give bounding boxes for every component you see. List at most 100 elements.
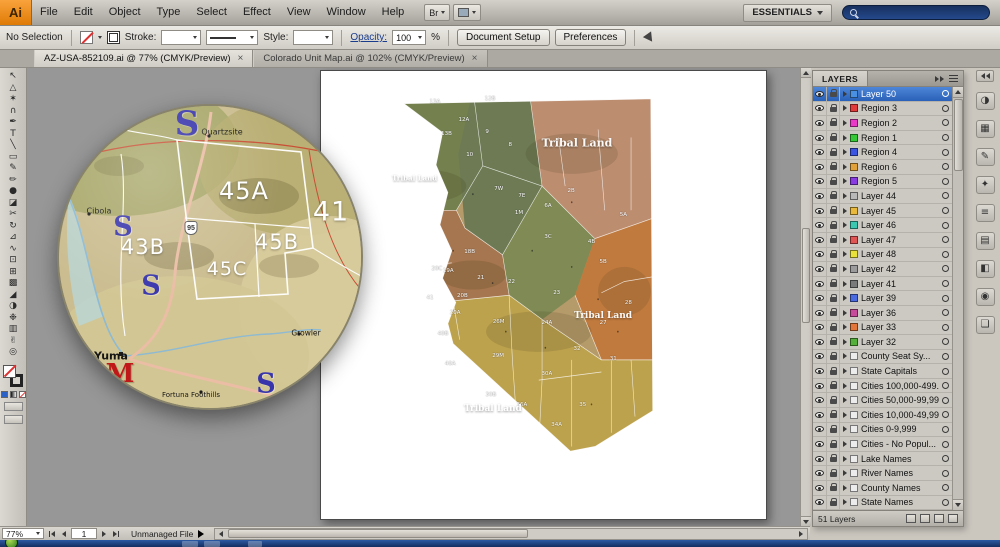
expand-triangle-icon[interactable] — [843, 280, 847, 287]
lock-toggle[interactable] — [827, 378, 840, 393]
visibility-toggle[interactable] — [813, 393, 827, 408]
layers-panel-tab[interactable]: LAYERS — [813, 71, 869, 86]
tab-close-icon[interactable]: × — [472, 53, 478, 64]
lock-toggle[interactable] — [827, 174, 840, 189]
expand-triangle-icon[interactable] — [843, 368, 847, 375]
target-circle-icon[interactable] — [939, 469, 952, 477]
scroll-left-icon[interactable] — [216, 529, 226, 539]
lasso-tool[interactable]: ∩ — [2, 106, 24, 118]
document-tab-1[interactable]: AZ-USA-852109.ai @ 77% (CMYK/Preview) × — [34, 50, 254, 67]
expand-triangle-icon[interactable] — [843, 382, 847, 389]
color-button[interactable] — [0, 390, 8, 398]
menu-item-help[interactable]: Help — [374, 0, 413, 25]
start-button-icon[interactable] — [5, 540, 18, 547]
scroll-down-icon[interactable] — [952, 499, 963, 510]
stroke-panel-icon[interactable]: ≡ — [975, 204, 995, 222]
scroll-up-icon[interactable] — [952, 87, 963, 98]
type-tool[interactable]: T — [2, 129, 24, 141]
lock-toggle[interactable] — [827, 422, 840, 437]
selection-tool[interactable]: ↖ — [2, 71, 24, 83]
free-transform-tool[interactable]: ⊡ — [2, 255, 24, 267]
lock-toggle[interactable] — [827, 335, 840, 349]
visibility-toggle[interactable] — [813, 87, 827, 101]
expand-triangle-icon[interactable] — [843, 338, 847, 345]
stroke-weight-select[interactable] — [161, 30, 202, 45]
scroll-down-icon[interactable] — [800, 516, 811, 526]
menu-item-type[interactable]: Type — [149, 0, 189, 25]
canvas-horizontal-scrollbar[interactable] — [214, 527, 808, 540]
visibility-toggle[interactable] — [813, 364, 827, 378]
layer-row[interactable]: Layer 41 — [813, 276, 952, 292]
menu-item-window[interactable]: Window — [319, 0, 374, 25]
fill-swatch[interactable] — [79, 31, 93, 44]
visibility-toggle[interactable] — [813, 145, 827, 159]
expand-triangle-icon[interactable] — [843, 251, 847, 258]
visibility-toggle[interactable] — [813, 203, 827, 218]
next-artboard-button[interactable] — [100, 530, 108, 537]
layer-row[interactable]: Layer 48 — [813, 247, 952, 263]
lock-toggle[interactable] — [827, 408, 840, 422]
workspace-switcher[interactable]: ESSENTIALS — [743, 3, 832, 22]
target-circle-icon[interactable] — [939, 425, 952, 433]
layer-row[interactable]: County Seat Sy... — [813, 349, 952, 365]
visibility-toggle[interactable] — [813, 130, 827, 145]
stroke-swatch[interactable] — [106, 31, 120, 44]
visibility-toggle[interactable] — [813, 276, 827, 291]
layer-row[interactable]: River Names — [813, 466, 952, 482]
visibility-toggle[interactable] — [813, 116, 827, 130]
rectangle-tool[interactable]: ▭ — [2, 152, 24, 164]
drawing-mode-button[interactable] — [3, 401, 23, 411]
search-input[interactable] — [842, 5, 990, 20]
visibility-toggle[interactable] — [813, 408, 827, 422]
expand-triangle-icon[interactable] — [843, 426, 847, 433]
lock-toggle[interactable] — [827, 320, 840, 335]
zoom-level-select[interactable]: 77% — [2, 528, 44, 539]
collapse-panel-icon[interactable] — [935, 75, 944, 82]
target-circle-icon[interactable] — [939, 119, 952, 127]
expand-triangle-icon[interactable] — [843, 265, 847, 272]
lock-toggle[interactable] — [827, 189, 840, 203]
visibility-toggle[interactable] — [813, 101, 827, 116]
visibility-toggle[interactable] — [813, 335, 827, 349]
layer-row[interactable]: Layer 39 — [813, 291, 952, 306]
expand-triangle-icon[interactable] — [843, 470, 847, 477]
visibility-toggle[interactable] — [813, 174, 827, 189]
target-circle-icon[interactable] — [939, 367, 952, 375]
target-circle-icon[interactable] — [939, 338, 952, 346]
menu-item-select[interactable]: Select — [188, 0, 235, 25]
line-segment-tool[interactable]: ╲ — [2, 140, 24, 152]
direct-selection-tool[interactable]: △ — [2, 83, 24, 95]
expand-triangle-icon[interactable] — [843, 222, 847, 229]
target-circle-icon[interactable] — [939, 90, 952, 98]
layer-row[interactable]: Cities - No Popul... — [813, 437, 952, 452]
lock-toggle[interactable] — [827, 495, 840, 510]
taskbar-item[interactable] — [204, 541, 220, 547]
expand-triangle-icon[interactable] — [843, 455, 847, 462]
screen-mode-button[interactable] — [3, 414, 23, 424]
layer-row[interactable]: Cities 100,000-499... — [813, 378, 952, 394]
expand-triangle-icon[interactable] — [843, 441, 847, 448]
expand-triangle-icon[interactable] — [843, 119, 847, 126]
lock-toggle[interactable] — [827, 481, 840, 495]
layer-row[interactable]: Region 4 — [813, 145, 952, 160]
target-circle-icon[interactable] — [939, 148, 952, 156]
scroll-up-icon[interactable] — [800, 68, 811, 78]
file-status-indicator[interactable]: Unmanaged File — [124, 529, 211, 539]
symbol-sprayer-tool[interactable]: ❉ — [2, 313, 24, 325]
expand-dock-icon[interactable] — [976, 70, 994, 82]
lock-toggle[interactable] — [827, 130, 840, 145]
target-circle-icon[interactable] — [939, 455, 952, 463]
preferences-button[interactable]: Preferences — [554, 29, 627, 46]
target-circle-icon[interactable] — [939, 294, 952, 302]
rotate-tool[interactable]: ↻ — [2, 221, 24, 233]
target-circle-icon[interactable] — [939, 323, 952, 331]
opacity-label[interactable]: Opacity: — [350, 32, 387, 43]
lock-toggle[interactable] — [827, 466, 840, 481]
expand-triangle-icon[interactable] — [843, 192, 847, 199]
visibility-toggle[interactable] — [813, 320, 827, 335]
target-circle-icon[interactable] — [939, 207, 952, 215]
expand-triangle-icon[interactable] — [843, 397, 847, 404]
new-layer-icon[interactable] — [934, 514, 944, 523]
lock-toggle[interactable] — [827, 437, 840, 451]
first-artboard-button[interactable] — [47, 530, 57, 537]
